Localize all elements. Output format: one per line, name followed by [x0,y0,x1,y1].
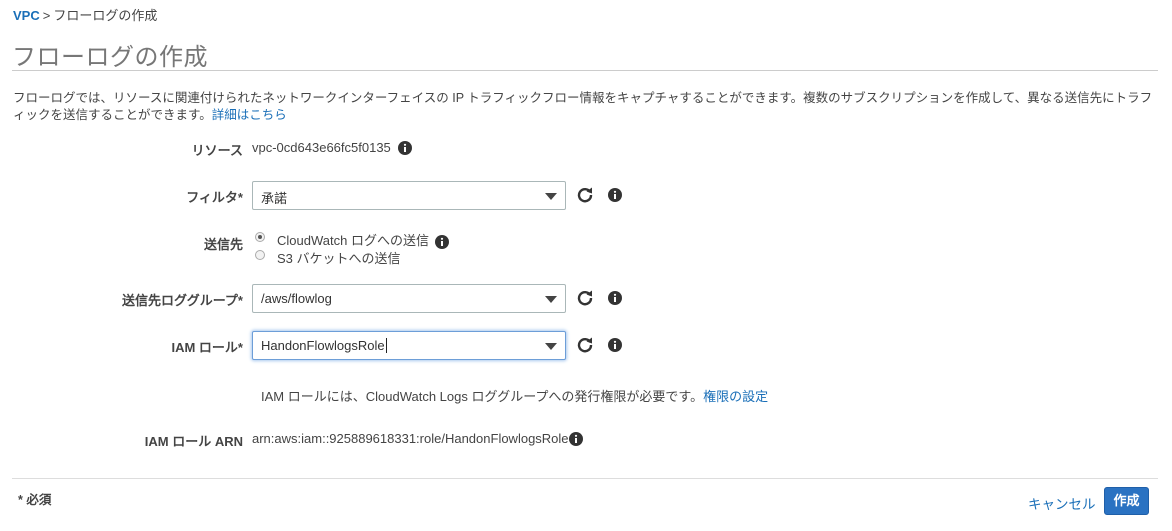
text-cursor [385,338,387,353]
radio-label-cloudwatch: CloudWatch ログへの送信 [277,233,429,248]
chevron-down-icon [545,296,557,303]
info-icon[interactable] [398,141,412,155]
page-title: フローログの作成 [12,44,208,71]
permission-setup-link[interactable]: 権限の設定 [703,389,768,404]
refresh-icon[interactable] [576,186,594,204]
filter-select[interactable]: 承諾 [252,181,566,210]
log-group-select[interactable]: /aws/flowlog [252,284,566,313]
details-link[interactable]: 詳細はこちら [212,108,287,122]
breadcrumb: VPC > フローログの作成 [13,5,157,24]
resource-label: リソース [191,143,243,158]
footer-divider [12,478,1158,479]
title-divider [12,70,1158,71]
breadcrumb-current: フローログの作成 [53,8,158,23]
cancel-button[interactable]: キャンセル [1028,493,1096,513]
info-icon[interactable] [569,432,583,446]
chevron-down-icon [545,193,557,200]
log-group-select-value: /aws/flowlog [261,291,332,306]
resource-value: vpc-0cd643e66fc5f0135 [252,140,391,155]
destination-label: 送信先 [203,237,243,252]
breadcrumb-separator: > [42,8,51,23]
info-icon[interactable] [608,338,622,352]
log-group-label: 送信先ロググループ* [121,293,243,308]
iam-role-value-text: HandonFlowlogsRole [261,338,385,353]
filter-label: フィルタ* [186,190,243,205]
iam-role-arn-value: arn:aws:iam::925889618331:role/HandonFlo… [252,431,569,446]
iam-role-label: IAM ロール* [171,340,243,355]
iam-permission-hint: IAM ロールには、CloudWatch Logs ロググループへの発行権限が必… [261,386,768,405]
iam-role-arn-label: IAM ロール ARN [144,434,243,449]
page-description: フローログでは、リソースに関連付けられたネットワークインターフェイスの IP ト… [13,90,1163,124]
info-icon[interactable] [608,188,622,202]
info-icon[interactable] [435,235,449,249]
iam-role-select-value: HandonFlowlogsRole [261,338,387,353]
iam-role-select[interactable]: HandonFlowlogsRole [252,331,566,360]
radio-s3[interactable] [255,250,265,260]
iam-hint-text: IAM ロールには、CloudWatch Logs ロググループへの発行権限が必… [261,389,704,404]
description-text: フローログでは、リソースに関連付けられたネットワークインターフェイスの IP ト… [13,91,1153,122]
filter-select-value: 承諾 [261,191,288,206]
radio-label-s3: S3 バケットへの送信 [277,251,401,266]
info-icon[interactable] [608,291,622,305]
chevron-down-icon [545,343,557,350]
radio-cloudwatch[interactable] [255,232,265,242]
breadcrumb-vpc-link[interactable]: VPC [13,8,40,23]
create-button[interactable]: 作成 [1104,487,1149,515]
required-note: * 必須 [18,493,52,507]
refresh-icon[interactable] [576,289,594,307]
refresh-icon[interactable] [576,336,594,354]
